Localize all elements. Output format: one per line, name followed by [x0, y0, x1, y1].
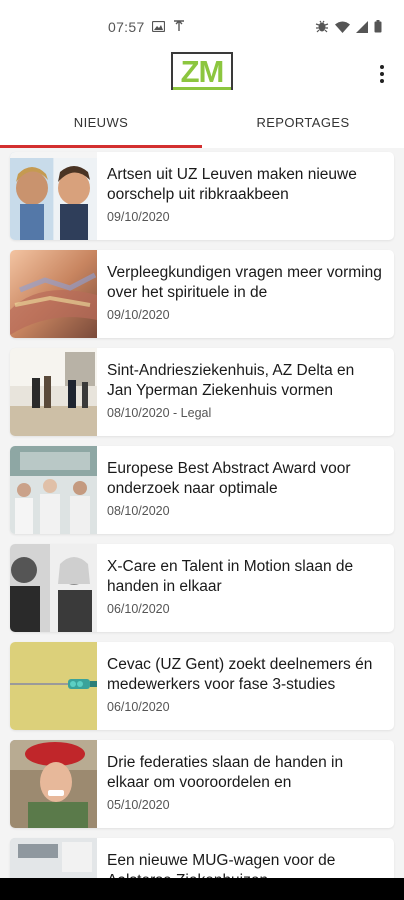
system-nav-bar [0, 878, 404, 900]
status-time: 07:57 [108, 19, 145, 35]
signal-icon [356, 20, 368, 38]
wifi-icon [335, 20, 350, 38]
article-card[interactable]: Verpleegkundigen vragen meer vorming ove… [10, 250, 394, 338]
article-date: 08/10/2020 [107, 504, 170, 518]
article-thumbnail [10, 152, 97, 240]
article-title: X-Care en Talent in Motion slaan de hand… [107, 558, 354, 595]
tab-reportages[interactable]: REPORTAGES [202, 96, 404, 148]
battery-icon [374, 19, 382, 38]
article-thumbnail [10, 446, 97, 534]
logo-underline [173, 87, 231, 90]
tab-nieuws[interactable]: NIEUWS [0, 96, 202, 148]
status-right-icons [315, 19, 382, 38]
article-card[interactable]: Sint-Andriesziekenhuis, AZ Delta en Jan … [10, 348, 394, 436]
article-title: Sint-Andriesziekenhuis, AZ Delta en Jan … [107, 362, 355, 399]
status-left-icons [151, 19, 185, 37]
article-title: Artsen uit UZ Leuven maken nieuwe oorsch… [107, 166, 357, 203]
tab-bar: NIEUWS REPORTAGES [0, 96, 404, 148]
article-date: 08/10/2020 - Legal [107, 406, 212, 420]
app-logo[interactable]: ZM [171, 52, 233, 90]
article-card[interactable]: Drie federaties slaan de handen in elkaa… [10, 740, 394, 828]
article-date: 06/10/2020 [107, 602, 170, 616]
antenna-icon [173, 19, 185, 37]
article-card[interactable]: Cevac (UZ Gent) zoekt deelnemers én mede… [10, 642, 394, 730]
article-card[interactable]: Europese Best Abstract Award voor onderz… [10, 446, 394, 534]
article-title: Verpleegkundigen vragen meer vorming ove… [107, 264, 382, 301]
article-thumbnail [10, 348, 97, 436]
article-date: 06/10/2020 [107, 700, 170, 714]
image-icon [151, 19, 166, 37]
article-date: 09/10/2020 [107, 210, 170, 224]
more-vert-icon[interactable] [374, 62, 390, 86]
article-card[interactable]: Een nieuwe MUG-wagen voor de Aalsterse Z… [10, 838, 394, 878]
article-date: 09/10/2020 [107, 308, 170, 322]
article-date: 05/10/2020 [107, 798, 170, 812]
app-bar: ZM [0, 52, 404, 96]
status-bar: 07:57 [0, 0, 404, 52]
article-thumbnail [10, 544, 97, 632]
article-title: Europese Best Abstract Award voor onderz… [107, 460, 351, 497]
article-card[interactable]: Artsen uit UZ Leuven maken nieuwe oorsch… [10, 152, 394, 240]
article-card[interactable]: X-Care en Talent in Motion slaan de hand… [10, 544, 394, 632]
logo-text: ZM [180, 53, 225, 89]
article-thumbnail [10, 250, 97, 338]
bug-icon [315, 19, 329, 38]
article-thumbnail [10, 740, 97, 828]
article-title: Cevac (UZ Gent) zoekt deelnemers én mede… [107, 656, 373, 693]
article-title: Drie federaties slaan de handen in elkaa… [107, 754, 344, 791]
article-title: Een nieuwe MUG-wagen voor de Aalsterse Z… [107, 852, 336, 878]
article-thumbnail [10, 642, 97, 730]
article-thumbnail [10, 838, 97, 878]
news-feed[interactable]: Artsen uit UZ Leuven maken nieuwe oorsch… [0, 148, 404, 878]
